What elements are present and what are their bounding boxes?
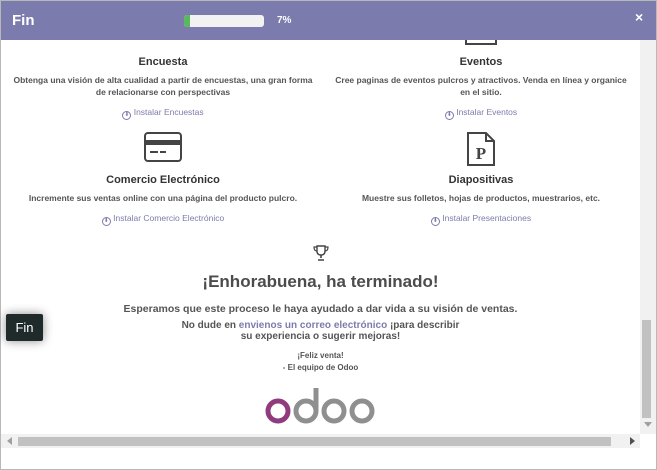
install-survey-link[interactable]: ⬇ Instalar Encuestas [13,107,313,120]
signature: ¡Feliz venta! - El equipo de Odoo [1,350,640,374]
download-icon: ⬇ [101,217,111,226]
app-name: Diapositivas [448,174,514,186]
congrats-title: ¡Enhorabuena, ha terminado! [202,272,439,291]
install-label: Instalar Presentaciones [442,213,532,223]
modal-body: Encuesta Obtenga una visión de alta cual… [1,40,640,434]
app-card-slides: P Diapositivas Muestre sus folletos, hoj… [331,132,631,226]
email-link[interactable]: envienos un correo electrónico [239,320,387,331]
scroll-left-icon[interactable] [7,437,12,445]
vertical-scrollbar[interactable] [640,40,656,434]
contact-text: No dude en envienos un correo electrónic… [1,320,640,342]
team-signature: - El equipo de Odoo [282,363,359,372]
install-ecommerce-link[interactable]: ⬇ Instalar Comercio Electrónico [13,213,313,226]
app-card-events: Eventos Cree paginas de eventos pulcros … [331,40,631,120]
horizontal-scrollbar[interactable] [1,434,640,448]
app-card-ecommerce: Comercio Electrónico Incremente sus vent… [13,132,313,226]
app-name: Comercio Electrónico [106,174,220,186]
app-name: Eventos [459,56,503,68]
credit-card-icon [144,132,182,162]
app-description: Obtenga una visión de alta cualidad a pa… [13,75,313,97]
svg-text:P: P [476,144,486,163]
install-slides-link[interactable]: ⬇ Instalar Presentaciones [331,213,631,226]
scroll-right-icon[interactable] [630,437,635,445]
app-card-survey: Encuesta Obtenga una visión de alta cual… [13,40,313,120]
close-button[interactable]: × [635,9,643,25]
install-label: Instalar Encuestas [133,107,204,117]
install-label: Instalar Comercio Electrónico [113,213,225,223]
modal-footer [1,448,656,469]
app-description: Incremente sus ventas online con una pág… [28,193,298,203]
finish-section: ¡Enhorabuena, ha terminado! Esperamos qu… [1,240,640,426]
install-label: Instalar Eventos [456,107,518,117]
scroll-down-icon[interactable] [644,422,652,427]
app-description: Cree paginas de eventos pulcros y atract… [335,75,627,97]
happy-selling: ¡Feliz venta! [297,351,344,360]
slides-icon: P [467,132,495,166]
hope-text: Esperamos que este proceso le haya ayuda… [123,303,518,315]
modal-header: Fin 7% × [1,1,656,40]
app-name: Encuesta [138,56,188,68]
download-icon: ⬇ [122,111,132,120]
download-icon: ⬇ [444,111,454,120]
contact-suffix: ¡para describir [387,320,460,331]
progress-fill [184,15,190,27]
download-icon: ⬇ [430,217,440,226]
app-description: Muestre sus folletos, hojas de productos… [361,193,601,203]
events-icon [465,40,497,45]
fin-tooltip: Fin [6,314,43,341]
progress-percent: 7% [277,15,292,26]
modal-title: Fin [12,12,35,29]
contact-suffix-line2: su experiencia o sugerir mejoras! [240,331,401,342]
install-events-link[interactable]: ⬇ Instalar Eventos [331,107,631,120]
dialog-window: Fin 7% × Encuesta Obtenga una visión de … [0,0,657,470]
horizontal-scroll-thumb[interactable] [18,437,611,446]
progress-bar [184,15,264,27]
contact-prefix: No dude en [181,320,239,331]
vertical-scroll-thumb[interactable] [642,320,651,418]
trophy-icon [312,245,329,261]
odoo-logo [265,388,374,424]
